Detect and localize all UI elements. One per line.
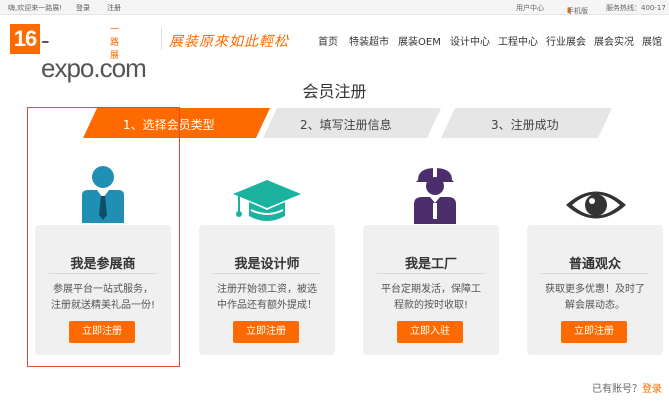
- nav-item-venues[interactable]: 展馆: [642, 33, 662, 48]
- card-viewer[interactable]: 普通观众 获取更多优惠！及时了 解会展动态。 立即注册: [527, 225, 663, 355]
- card-desc-line-1: 获取更多优惠！及时了: [545, 284, 645, 295]
- nav-item-market[interactable]: 特装超市: [349, 33, 389, 48]
- card-desc-line-1: 平台定期发活，保障工: [381, 284, 481, 295]
- logo-wordmark: -expo.com: [41, 25, 147, 83]
- logo-chinese: 一路展: [110, 25, 120, 61]
- graduation-cap-icon: [233, 180, 301, 221]
- have-account-prompt: 已有账号？登录: [592, 380, 662, 395]
- login-link[interactable]: 登录: [76, 3, 90, 13]
- card-description: 注册开始领工资，被选 中作品还有额外提成！: [207, 282, 327, 314]
- card-title: 我是工厂: [404, 257, 457, 272]
- card-desc-line-2: 解会展动态。: [565, 300, 625, 311]
- top-bar: 嗨,欢迎来一路展! 登录 注册 用户中心 ▮ 手机版 服务热线：400-17: [0, 0, 669, 15]
- login-link-footer[interactable]: 登录: [642, 384, 662, 395]
- nav-item-engineering[interactable]: 工程中心: [498, 33, 538, 48]
- have-account-text: 已有账号？: [592, 384, 642, 395]
- greeting-text: 嗨,欢迎来一路展!: [8, 4, 63, 12]
- card-desc-line-1: 参展平台一站式服务，: [53, 284, 153, 295]
- factory-worker-icon: [414, 168, 456, 224]
- page-title: 会员注册: [302, 82, 367, 101]
- card-desc-line-2: 中作品还有额外提成！: [217, 300, 317, 311]
- slogan: 展装原來如此輕松: [169, 34, 289, 50]
- eye-icon: [566, 191, 626, 219]
- card-divider: [213, 273, 321, 274]
- register-link[interactable]: 注册: [107, 3, 121, 13]
- card-exhibitor[interactable]: 我是参展商 参展平台一站式服务， 注册就送精美礼品一份! 立即注册: [35, 225, 171, 355]
- card-description: 参展平台一站式服务， 注册就送精美礼品一份!: [43, 282, 163, 314]
- card-designer[interactable]: 我是设计师 注册开始领工资，被选 中作品还有额外提成！ 立即注册: [199, 225, 335, 355]
- card-divider: [377, 273, 485, 274]
- card-desc-line-1: 注册开始领工资，被选: [217, 284, 317, 295]
- nav-item-design[interactable]: 设计中心: [450, 33, 490, 48]
- card-title: 我是参展商: [70, 257, 136, 272]
- card-description: 获取更多优惠！及时了 解会展动态。: [535, 282, 655, 314]
- register-designer-button[interactable]: 立即注册: [233, 321, 299, 343]
- step-3-label: 3、注册成功: [491, 118, 559, 132]
- nav-item-home[interactable]: 首页: [318, 33, 338, 48]
- user-center-link[interactable]: 用户中心: [516, 3, 544, 13]
- card-divider: [541, 273, 649, 274]
- register-exhibitor-button[interactable]: 立即注册: [69, 321, 135, 343]
- card-title: 我是设计师: [234, 257, 300, 272]
- hotline-text: 服务热线：400-17: [606, 4, 666, 12]
- register-viewer-button[interactable]: 立即注册: [561, 321, 627, 343]
- mobile-label: 手机版: [567, 7, 588, 15]
- card-desc-line-2: 注册就送精美礼品一份!: [50, 300, 155, 311]
- card-title: 普通观众: [568, 257, 621, 272]
- card-description: 平台定期发活，保障工 程款的按时收取!: [371, 282, 491, 314]
- logo-divider: [161, 28, 162, 50]
- join-factory-button[interactable]: 立即入驻: [397, 321, 463, 343]
- card-divider: [49, 273, 157, 274]
- step-2-label: 2、填写注册信息: [300, 118, 392, 132]
- logo-16-mark: 16: [10, 24, 40, 54]
- nav-item-oem[interactable]: 展装OEM: [398, 33, 441, 48]
- nav-item-live[interactable]: 展会实况: [594, 33, 634, 48]
- card-desc-line-2: 程款的按时收取!: [393, 300, 468, 311]
- nav-item-exhibitions[interactable]: 行业展会: [546, 33, 586, 48]
- exhibitor-icon: [82, 166, 124, 223]
- card-factory[interactable]: 我是工厂 平台定期发活，保障工 程款的按时收取! 立即入驻: [363, 225, 499, 355]
